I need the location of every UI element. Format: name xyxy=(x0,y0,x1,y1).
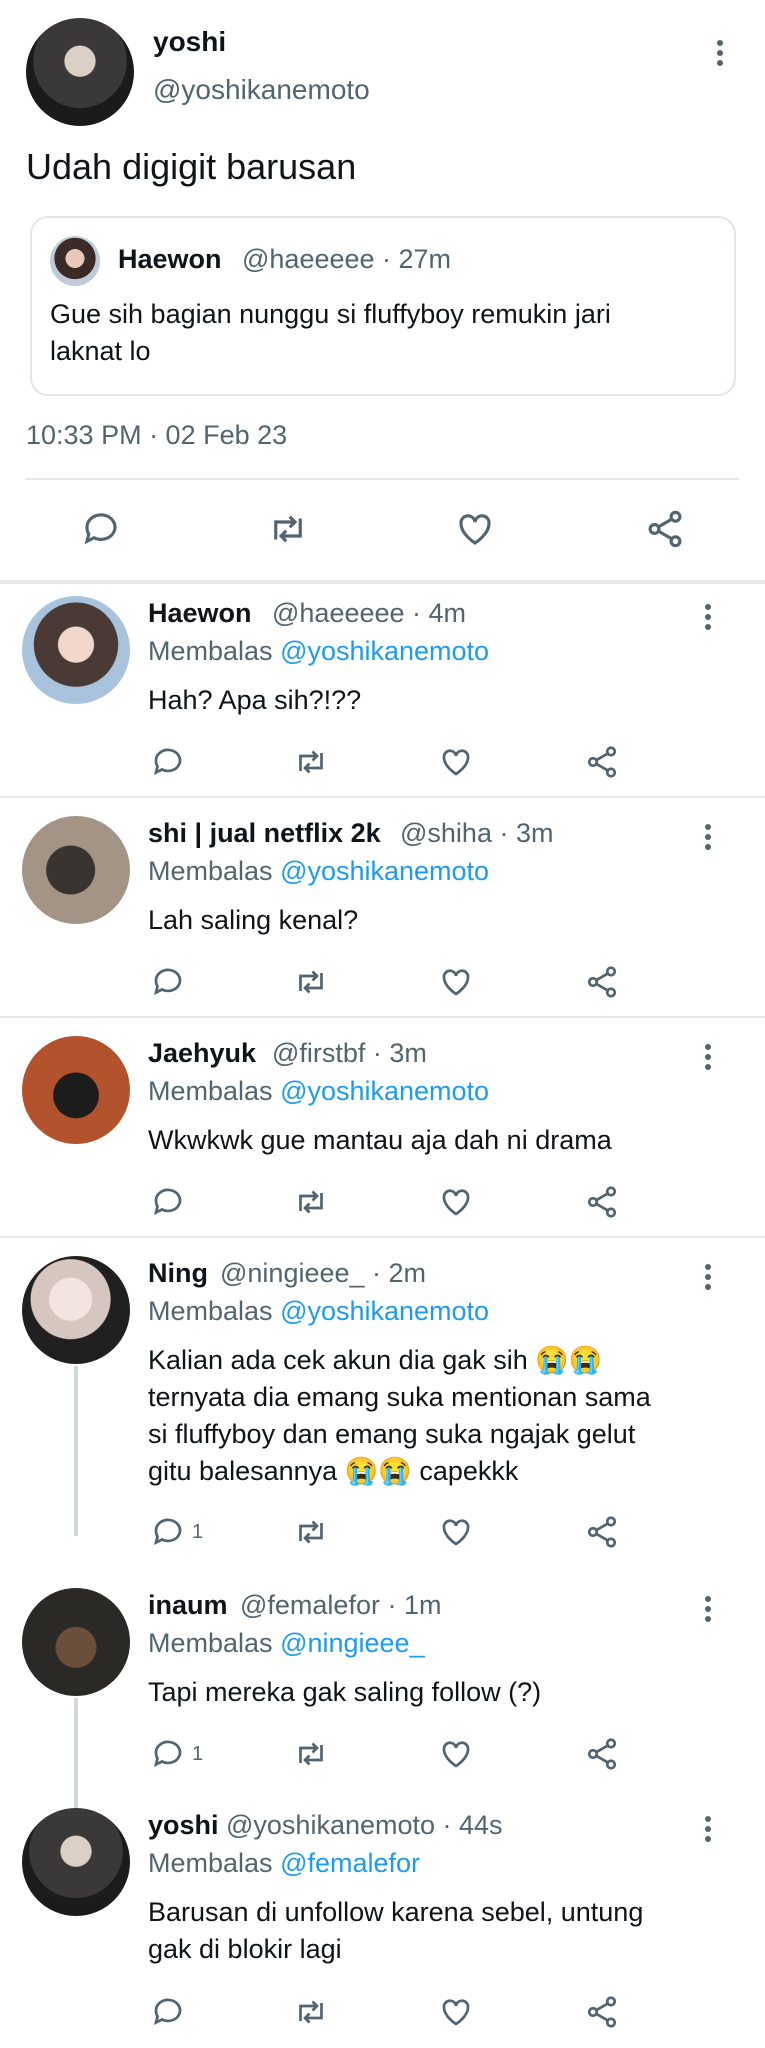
more-options-button[interactable] xyxy=(702,1044,714,1074)
reply-handle[interactable]: @femalefor · 1m xyxy=(240,1590,441,1621)
more-options-button[interactable] xyxy=(702,1596,714,1626)
mention-link[interactable]: @ningieee_ xyxy=(280,1628,425,1658)
main-tweet-timestamp: 10:33 PM · 02 Feb 23 xyxy=(26,420,288,450)
like-icon[interactable] xyxy=(438,964,474,1000)
reply-icon[interactable] xyxy=(150,1994,186,2030)
share-icon[interactable] xyxy=(644,508,686,555)
mention-link[interactable]: @yoshikanemoto xyxy=(280,1076,489,1106)
divider xyxy=(0,1236,765,1238)
retweet-icon[interactable] xyxy=(292,1184,330,1220)
reply-button[interactable]: 1 xyxy=(150,1514,203,1550)
quoted-tweet[interactable]: Haewon @haeeeee · 27m Gue sih bagian nun… xyxy=(30,216,736,396)
reply-icon[interactable] xyxy=(150,964,186,1000)
retweet-icon[interactable] xyxy=(292,1514,330,1550)
reply-name[interactable]: Haewon xyxy=(148,598,252,629)
reply-icon[interactable] xyxy=(150,1184,186,1220)
retweet-icon[interactable] xyxy=(292,1736,330,1772)
reply-button[interactable]: 1 xyxy=(150,1736,203,1772)
replying-to: Membalas @yoshikanemoto xyxy=(148,856,490,886)
reply-text: Lah saling kenal? xyxy=(148,905,359,935)
replying-to: Membalas @femalefor xyxy=(148,1848,421,1878)
quoted-tweet-text: Gue sih bagian nunggu si fluffyboy remuk… xyxy=(50,299,611,366)
main-tweet-text: Udah digigit barusan xyxy=(26,146,357,187)
like-icon[interactable] xyxy=(438,744,474,780)
retweet-icon[interactable] xyxy=(266,508,310,555)
reply-avatar[interactable] xyxy=(22,1588,130,1696)
like-icon[interactable] xyxy=(438,1736,474,1772)
reply-name[interactable]: yoshi xyxy=(148,1810,219,1841)
main-tweet-avatar[interactable] xyxy=(26,18,134,126)
divider xyxy=(26,478,739,480)
reply-avatar[interactable] xyxy=(22,596,130,704)
more-options-button[interactable] xyxy=(702,824,714,854)
reply-text: Barusan di unfollow karena sebel, untung… xyxy=(148,1897,644,1964)
reply-handle[interactable]: @ningieee_ · 2m xyxy=(220,1258,426,1289)
mention-link[interactable]: @femalefor xyxy=(280,1848,420,1878)
more-options-button[interactable] xyxy=(702,604,714,634)
thread-connector xyxy=(74,1366,78,1536)
replying-to: Membalas @yoshikanemoto xyxy=(148,1076,490,1106)
reply-text: Wkwkwk gue mantau aja dah ni drama xyxy=(148,1125,612,1155)
like-icon[interactable] xyxy=(454,508,496,555)
like-icon[interactable] xyxy=(438,1184,474,1220)
main-tweet-handle[interactable]: @yoshikanemoto xyxy=(153,74,370,106)
reply-icon[interactable] xyxy=(150,744,186,780)
reply-icon xyxy=(153,1740,182,1768)
quoted-tweet-name: Haewon xyxy=(118,244,222,274)
main-tweet-name[interactable]: yoshi xyxy=(153,26,226,58)
reply-avatar[interactable] xyxy=(22,816,130,924)
more-options-button[interactable] xyxy=(702,1264,714,1294)
reply-name[interactable]: shi | jual netflix 2k xyxy=(148,818,381,849)
reply-text: Hah? Apa sih?!?? xyxy=(148,685,362,715)
reply-avatar[interactable] xyxy=(22,1808,130,1916)
reply-text: Kalian ada cek akun dia gak sih 😭😭 terny… xyxy=(148,1345,651,1486)
retweet-icon[interactable] xyxy=(292,744,330,780)
quoted-tweet-handle: @haeeeee · 27m xyxy=(242,244,452,274)
reply-icon xyxy=(153,1518,182,1546)
mention-link[interactable]: @yoshikanemoto xyxy=(280,636,489,666)
divider xyxy=(0,580,765,584)
reply-handle[interactable]: @shiha · 3m xyxy=(400,818,553,849)
replying-to: Membalas @ningieee_ xyxy=(148,1628,425,1658)
reply-text: Tapi mereka gak saling follow (?) xyxy=(148,1677,542,1707)
divider xyxy=(0,796,765,798)
share-icon[interactable] xyxy=(584,1514,620,1550)
reply-handle[interactable]: @firstbf · 3m xyxy=(272,1038,427,1069)
reply-name[interactable]: Jaehyuk xyxy=(148,1038,256,1069)
like-icon[interactable] xyxy=(438,1994,474,2030)
reply-name[interactable]: Ning xyxy=(148,1258,208,1289)
share-icon[interactable] xyxy=(584,1994,620,2030)
reply-handle[interactable]: @haeeeee · 4m xyxy=(272,598,466,629)
share-icon[interactable] xyxy=(584,744,620,780)
reply-icon[interactable] xyxy=(80,508,122,555)
share-icon[interactable] xyxy=(584,964,620,1000)
reply-avatar[interactable] xyxy=(22,1036,130,1144)
reply-count: 1 xyxy=(192,1520,204,1543)
reply-handle[interactable]: @yoshikanemoto · 44s xyxy=(226,1810,503,1841)
retweet-icon[interactable] xyxy=(292,1994,330,2030)
reply-name[interactable]: inaum xyxy=(148,1590,228,1621)
like-icon[interactable] xyxy=(438,1514,474,1550)
reply-avatar[interactable] xyxy=(22,1256,130,1364)
replying-to: Membalas @yoshikanemoto xyxy=(148,1296,490,1326)
replying-to: Membalas @yoshikanemoto xyxy=(148,636,490,666)
more-options-button[interactable] xyxy=(714,40,726,70)
thread-connector xyxy=(74,1698,78,1808)
more-options-button[interactable] xyxy=(702,1816,714,1846)
retweet-icon[interactable] xyxy=(292,964,330,1000)
share-icon[interactable] xyxy=(584,1736,620,1772)
share-icon[interactable] xyxy=(584,1184,620,1220)
reply-count: 1 xyxy=(192,1742,204,1765)
mention-link[interactable]: @yoshikanemoto xyxy=(280,856,489,886)
mention-link[interactable]: @yoshikanemoto xyxy=(280,1296,489,1326)
quoted-tweet-avatar xyxy=(50,236,100,286)
divider xyxy=(0,1016,765,1018)
